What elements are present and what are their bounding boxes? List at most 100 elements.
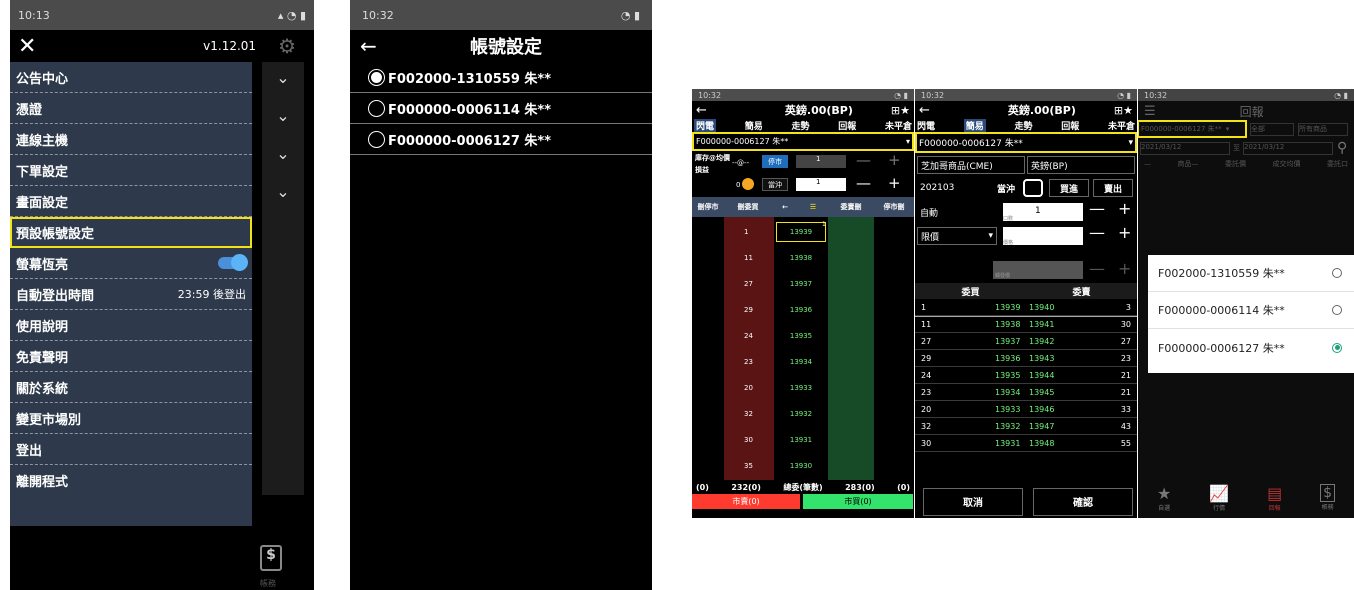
radio-icon[interactable] bbox=[1332, 305, 1342, 315]
minus-icon[interactable]: — bbox=[856, 151, 871, 169]
account-option[interactable]: F000000-0006114 朱** bbox=[350, 93, 652, 124]
account-option[interactable]: F000000-0006127 朱** bbox=[350, 124, 652, 155]
minus-icon[interactable]: — bbox=[1089, 223, 1105, 242]
tab-report[interactable]: 回報 bbox=[838, 119, 856, 132]
back-arrow-icon[interactable]: ← bbox=[696, 103, 707, 118]
sell-button[interactable]: 賣出 bbox=[1093, 179, 1133, 197]
ladder-row[interactable]: 35 13930 bbox=[692, 455, 914, 477]
radio-selected-icon[interactable] bbox=[1332, 342, 1342, 353]
popup-option[interactable]: F000000-0006127 朱** bbox=[1148, 329, 1354, 366]
menu-item-certificate[interactable]: 憑證 bbox=[10, 93, 252, 124]
book-row[interactable]: 27 13937 13942 27 bbox=[915, 333, 1137, 350]
nav-account[interactable]: $ 帳務 bbox=[1320, 484, 1336, 511]
ladder-row[interactable]: 23 13934 bbox=[692, 351, 914, 373]
qty-input[interactable]: 1 bbox=[796, 178, 846, 191]
tab-trend[interactable]: 走勢 bbox=[1014, 119, 1032, 132]
back-arrow-icon[interactable]: ← bbox=[919, 103, 930, 118]
menu-item-screen-settings[interactable]: 畫面設定 bbox=[10, 186, 252, 217]
menu-item-disclaimer[interactable]: 免責聲明 bbox=[10, 341, 252, 372]
radio-icon[interactable] bbox=[368, 99, 385, 117]
account-select[interactable]: F000000-0006127 朱** ▾ bbox=[915, 132, 1137, 153]
date-to-input[interactable]: 2021/03/12 bbox=[1243, 141, 1333, 155]
tab-open-position[interactable]: 未平倉 bbox=[1108, 119, 1135, 132]
back-arrow-icon[interactable]: ← bbox=[772, 203, 798, 211]
radio-selected-icon[interactable] bbox=[368, 68, 385, 86]
plus-icon[interactable]: + bbox=[888, 151, 901, 169]
qty-input[interactable]: 1 bbox=[796, 155, 846, 168]
menu-item-auto-logout[interactable]: 自動登出時間 23:59 後登出 bbox=[10, 279, 252, 310]
book-row[interactable]: 20 13933 13946 33 bbox=[915, 401, 1137, 418]
popup-option[interactable]: F002000-1310559 朱** bbox=[1148, 255, 1354, 292]
ladder-row[interactable]: 32 13932 bbox=[692, 403, 914, 425]
tab-open-position[interactable]: 未平倉 bbox=[885, 119, 912, 132]
ladder-row[interactable]: 27 13937 bbox=[692, 273, 914, 295]
back-arrow-icon[interactable]: ← bbox=[360, 34, 377, 58]
book-row[interactable]: 30 13931 13948 55 bbox=[915, 435, 1137, 452]
plus-icon[interactable]: + bbox=[1118, 259, 1131, 278]
status-filter[interactable]: 全部 bbox=[1250, 122, 1294, 136]
menu-item-order-settings[interactable]: 下單設定 bbox=[10, 155, 252, 186]
book-row[interactable]: 11 13938 13941 30 bbox=[915, 316, 1137, 333]
menu-item-about[interactable]: 關於系統 bbox=[10, 372, 252, 403]
menu-item-change-market[interactable]: 變更市場別 bbox=[10, 403, 252, 434]
radio-icon[interactable] bbox=[368, 130, 385, 148]
market-buy-button[interactable]: 市買(0) bbox=[803, 494, 913, 509]
menu-item-exit[interactable]: 離開程式 bbox=[10, 465, 252, 496]
plus-icon[interactable]: + bbox=[888, 174, 901, 192]
delete-buy-button[interactable]: 刪委買 bbox=[724, 202, 772, 212]
grid-star-icon[interactable]: ⊞★ bbox=[891, 104, 910, 117]
plus-icon[interactable]: + bbox=[1118, 199, 1131, 218]
tab-flash[interactable]: 閃電 bbox=[917, 119, 935, 132]
date-from-input[interactable]: 2021/03/12 bbox=[1140, 141, 1230, 155]
ladder-row[interactable]: 1 13939 1 bbox=[692, 221, 914, 243]
market-sell-button[interactable]: 市賣(0) bbox=[692, 494, 800, 509]
tab-report[interactable]: 回報 bbox=[1061, 119, 1079, 132]
menu-item-host[interactable]: 連線主機 bbox=[10, 124, 252, 155]
auto-select[interactable]: 自動 bbox=[917, 203, 997, 221]
ladder-row[interactable]: 30 13931 bbox=[692, 429, 914, 451]
account-select[interactable]: F000000-0006127 朱** ▾ bbox=[1138, 120, 1247, 138]
account-icon[interactable]: $ bbox=[260, 545, 282, 571]
search-icon[interactable]: ⚲ bbox=[1337, 140, 1347, 156]
ladder-row[interactable]: 11 13938 bbox=[692, 247, 914, 269]
delete-stop-buy-button[interactable]: 刪停市 bbox=[692, 202, 724, 212]
plus-icon[interactable]: + bbox=[1118, 223, 1131, 242]
book-row[interactable]: 23 13934 13945 21 bbox=[915, 384, 1137, 401]
close-icon[interactable]: ✕ bbox=[18, 34, 36, 59]
ladder-row[interactable]: 29 13936 bbox=[692, 299, 914, 321]
tab-trend[interactable]: 走勢 bbox=[791, 119, 809, 132]
nav-quotes[interactable]: 📈 行情 bbox=[1209, 484, 1229, 512]
book-row[interactable]: 24 13935 13944 21 bbox=[915, 367, 1137, 384]
tab-simple[interactable]: 簡易 bbox=[963, 119, 986, 132]
radio-icon[interactable] bbox=[1332, 268, 1342, 278]
menu-item-logout[interactable]: 登出 bbox=[10, 434, 252, 465]
buy-button[interactable]: 買進 bbox=[1049, 179, 1089, 197]
menu-item-announcement[interactable]: 公告中心 bbox=[10, 62, 252, 93]
book-row[interactable]: 1 13939 13940 3 bbox=[915, 299, 1137, 317]
price-input[interactable] bbox=[1003, 227, 1083, 245]
ladder-row[interactable]: 20 13933 bbox=[692, 377, 914, 399]
menu-icon[interactable]: ☰ bbox=[1144, 104, 1156, 119]
account-option[interactable]: F002000-1310559 朱** bbox=[350, 62, 652, 93]
cancel-button[interactable]: 取消 bbox=[923, 487, 1023, 516]
account-select[interactable]: F000000-0006127 朱** ▾ bbox=[692, 132, 914, 151]
product-filter[interactable]: 所有商品 bbox=[1298, 122, 1348, 136]
qty-input[interactable]: 1 bbox=[1003, 203, 1083, 221]
order-type-select[interactable]: 限價 ▾ bbox=[917, 227, 997, 245]
popup-option[interactable]: F000000-0006114 朱** bbox=[1148, 292, 1354, 329]
nav-report[interactable]: ▤ 回報 bbox=[1267, 484, 1282, 512]
daytrade-button[interactable]: 當沖 bbox=[762, 178, 788, 191]
tab-simple[interactable]: 簡易 bbox=[745, 119, 763, 132]
confirm-button[interactable]: 確認 bbox=[1033, 487, 1133, 516]
nav-favorites[interactable]: ★ 自選 bbox=[1157, 484, 1171, 512]
menu-item-default-account[interactable]: 預設帳號設定 bbox=[10, 217, 252, 248]
menu-item-help[interactable]: 使用說明 bbox=[10, 310, 252, 341]
minus-icon[interactable]: — bbox=[1089, 259, 1105, 278]
daytrade-checkbox[interactable] bbox=[1023, 179, 1043, 197]
product-select[interactable]: 英鎊(BP) bbox=[1027, 156, 1135, 174]
ladder-row[interactable]: 24 13935 bbox=[692, 325, 914, 347]
stop-market-button[interactable]: 停市 bbox=[762, 155, 788, 168]
book-row[interactable]: 29 13936 13943 23 bbox=[915, 350, 1137, 367]
delete-stop-sell-button[interactable]: 停市刪 bbox=[874, 202, 914, 212]
toggle-switch[interactable] bbox=[218, 254, 248, 271]
